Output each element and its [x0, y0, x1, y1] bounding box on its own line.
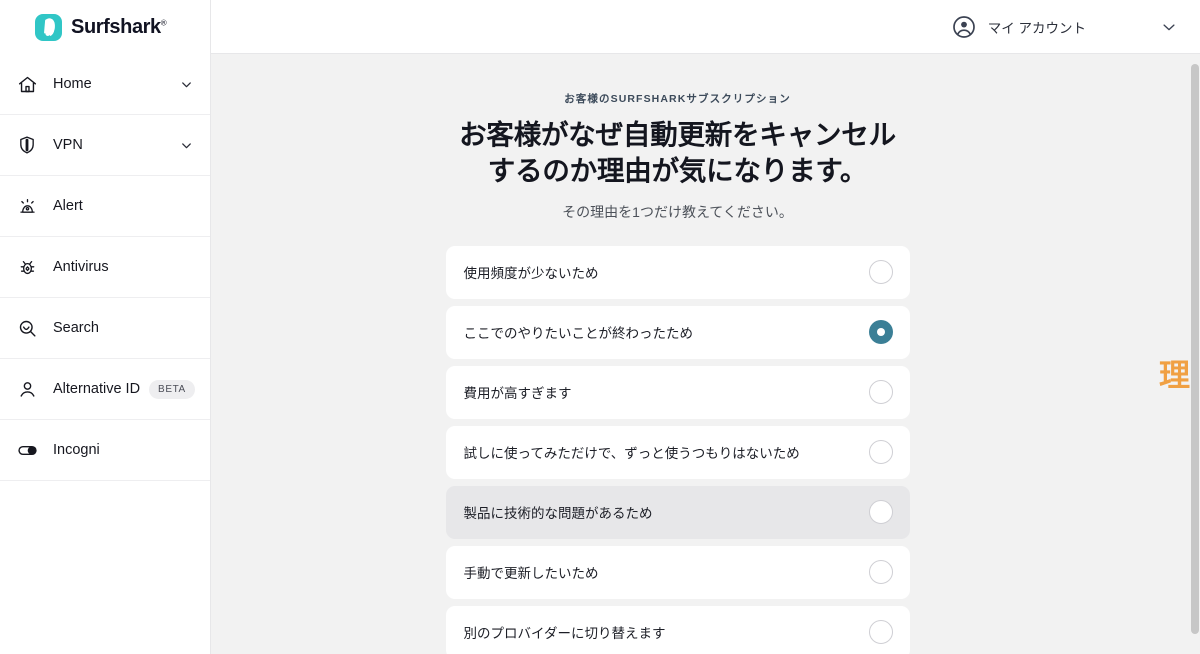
reason-option-label: 費用が高すぎます	[463, 386, 572, 402]
surfshark-logo-icon	[35, 13, 62, 41]
person-icon	[14, 376, 40, 402]
bug-icon	[14, 254, 40, 280]
sidebar-item-label: Search	[53, 320, 99, 336]
sidebar-item-home[interactable]: Home	[0, 54, 210, 115]
reason-option-label: 製品に技術的な問題があるため	[463, 506, 653, 522]
sidebar-item-label: Antivirus	[53, 259, 109, 275]
vertical-scrollbar[interactable]	[1190, 54, 1200, 654]
content-area: マイ アカウント お客様のSURFSHARKサブスクリプション お客様がなぜ自動…	[211, 0, 1200, 654]
toggle-icon	[14, 437, 40, 463]
sidebar-item-label: Alternative ID	[53, 381, 141, 397]
sidebar-item-label: Incogni	[53, 442, 100, 458]
sidebar-item-label: Alert	[53, 198, 83, 214]
main-scroll-area: お客様のSURFSHARKサブスクリプション お客様がなぜ自動更新をキャンセルす…	[211, 54, 1200, 654]
chevron-down-icon[interactable]	[179, 138, 194, 153]
radio-button-selected[interactable]	[868, 320, 893, 345]
sidebar-item-search[interactable]: Search	[0, 298, 210, 359]
sidebar-bottom-fade	[0, 628, 209, 654]
radio-button[interactable]	[868, 500, 893, 525]
reason-options-list: 使用頻度が少ないため ここでのやりたいことが終わったため 費用が高すぎます 試し…	[445, 245, 910, 654]
sidebar-item-label: Home	[53, 76, 92, 92]
reason-option[interactable]: 手動で更新したいため	[445, 545, 910, 599]
reason-option[interactable]: 使用頻度が少ないため	[445, 245, 910, 299]
reason-option[interactable]: 製品に技術的な問題があるため	[445, 485, 910, 539]
brand-name-text: Surfshark	[71, 15, 161, 38]
radio-button[interactable]	[868, 440, 893, 465]
sidebar-item-incogni[interactable]: Incogni	[0, 420, 210, 481]
reason-option-label: 使用頻度が少ないため	[463, 266, 599, 282]
registered-mark: ®	[160, 17, 167, 27]
sidebar-item-alternative-id[interactable]: Alternative ID BETA	[0, 359, 210, 420]
sidebar-item-antivirus[interactable]: Antivirus	[0, 237, 210, 298]
shield-icon	[14, 132, 40, 158]
scrollbar-thumb[interactable]	[1191, 64, 1199, 634]
account-menu[interactable]: マイ アカウント	[952, 15, 1178, 39]
sidebar-item-vpn[interactable]: VPN	[0, 115, 210, 176]
reason-option-label: 別のプロバイダーに切り替えます	[463, 626, 666, 642]
radio-button[interactable]	[868, 260, 893, 285]
radio-button[interactable]	[868, 560, 893, 585]
brand-logo[interactable]: Surfshark®	[0, 0, 210, 54]
alert-siren-icon	[14, 193, 40, 219]
sidebar: Surfshark® Home VPN Alert Antivirus Sear…	[0, 0, 211, 654]
reason-option-label: 試しに使ってみただけで、ずっと使うつもりはないため	[463, 446, 800, 462]
reason-option[interactable]: 別のプロバイダーに切り替えます	[445, 605, 910, 654]
subscription-eyebrow: お客様のSURFSHARKサブスクリプション	[564, 93, 791, 105]
reason-option-label: 手動で更新したいため	[463, 566, 599, 582]
account-name-label: マイ アカウント	[987, 20, 1086, 36]
radio-button[interactable]	[868, 620, 893, 645]
reason-option[interactable]: ここでのやりたいことが終わったため	[445, 305, 910, 359]
app-root: Surfshark® Home VPN Alert Antivirus Sear…	[0, 0, 1200, 654]
home-icon	[14, 71, 40, 97]
radio-button[interactable]	[868, 380, 893, 405]
chevron-down-icon[interactable]	[1160, 18, 1178, 36]
cancellation-survey-panel: お客様のSURFSHARKサブスクリプション お客様がなぜ自動更新をキャンセルす…	[445, 91, 910, 654]
sidebar-item-alert[interactable]: Alert	[0, 176, 210, 237]
reason-option-label: ここでのやりたいことが終わったため	[463, 326, 694, 342]
page-title: お客様がなぜ自動更新をキャンセルするのか理由が気になります。	[459, 119, 896, 187]
brand-name: Surfshark®	[71, 15, 167, 39]
page-subtitle: その理由を1つだけ教えてください。	[562, 203, 793, 220]
reason-option[interactable]: 試しに使ってみただけで、ずっと使うつもりはないため	[445, 425, 910, 479]
chevron-down-icon[interactable]	[179, 77, 194, 92]
search-magnifier-icon	[14, 315, 40, 341]
top-bar: マイ アカウント	[211, 0, 1200, 54]
reason-option[interactable]: 費用が高すぎます	[445, 365, 910, 419]
beta-badge: BETA	[149, 379, 195, 399]
sidebar-item-label: VPN	[53, 137, 83, 153]
sidebar-nav: Home VPN Alert Antivirus Search Alternat…	[0, 54, 210, 481]
account-circle-icon	[952, 15, 976, 39]
